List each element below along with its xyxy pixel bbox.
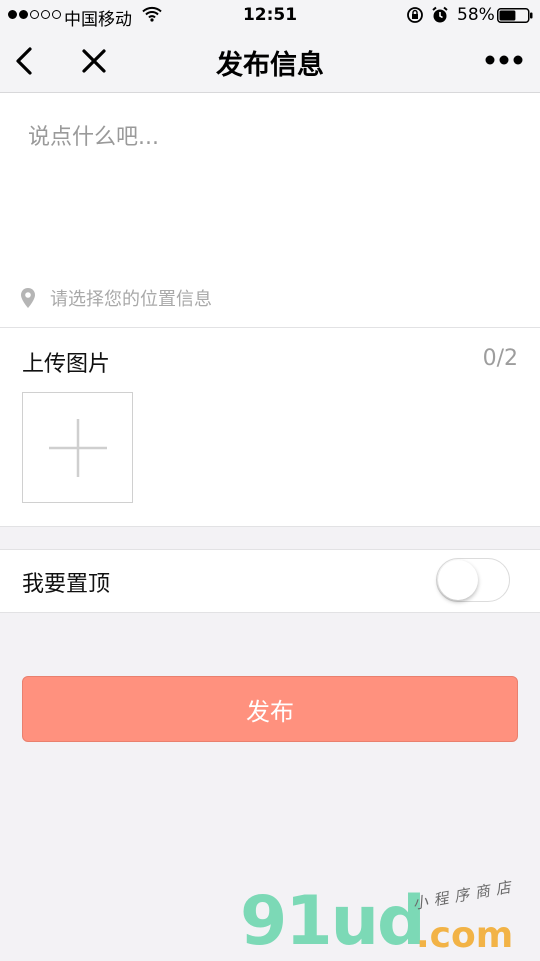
post-section: 请选择您的位置信息	[0, 93, 540, 328]
upload-count: 0/2	[482, 346, 518, 371]
add-image-button[interactable]	[22, 392, 133, 503]
post-content-input[interactable]	[20, 113, 526, 275]
nav-bar: 发布信息	[0, 30, 540, 93]
battery-icon	[497, 8, 533, 23]
location-selector[interactable]: 请选择您的位置信息	[20, 283, 212, 313]
upload-section: 上传图片 0/2	[0, 328, 540, 527]
watermark-tag: 小程序商店	[411, 877, 518, 913]
status-bar: 中国移动 12:51 58%	[0, 0, 540, 30]
sticky-top-toggle[interactable]	[436, 558, 510, 602]
sticky-top-label: 我要置顶	[22, 572, 111, 597]
location-label: 请选择您的位置信息	[50, 289, 212, 310]
watermark-suffix: .com	[416, 915, 514, 956]
watermark-main: 91ud	[240, 882, 426, 961]
sticky-top-row: 我要置顶	[0, 549, 540, 613]
plus-icon	[49, 419, 107, 477]
upload-title: 上传图片	[22, 352, 111, 377]
close-icon[interactable]	[78, 45, 110, 77]
watermark-logo: 91ud .com 小程序商店	[236, 877, 536, 961]
toggle-knob	[438, 560, 478, 600]
chevron-left-icon[interactable]	[10, 44, 38, 78]
more-dots-icon[interactable]	[484, 50, 524, 70]
rotation-lock-icon	[407, 7, 423, 23]
location-pin-icon	[21, 288, 35, 308]
publish-button[interactable]: 发布	[22, 676, 518, 742]
battery-percent: 58%	[457, 5, 495, 25]
alarm-icon	[432, 6, 448, 23]
